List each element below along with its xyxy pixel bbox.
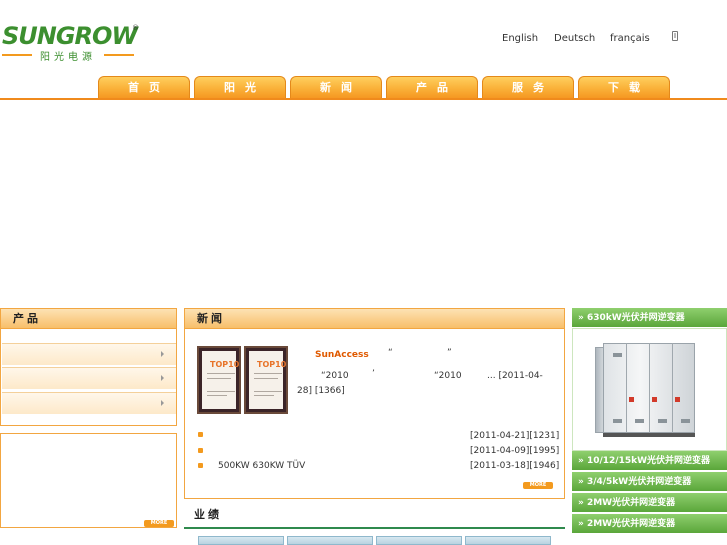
language-francais-link[interactable]: français (610, 33, 650, 44)
product-category-item[interactable] (2, 343, 176, 365)
triangle-right-icon (161, 400, 164, 406)
performance-title: 业绩 (194, 508, 222, 521)
nav-tab-news[interactable]: 新闻 (290, 76, 382, 99)
products-panel (0, 329, 177, 426)
news-summary-text: “2010 (321, 371, 349, 381)
news-date: [2011-04-09][1995] (470, 446, 560, 456)
news-summary-text: 28] [1366] (297, 386, 345, 396)
quote-close: ” (447, 348, 452, 358)
project-thumbnail[interactable] (376, 536, 462, 545)
triangle-right-icon (161, 375, 164, 381)
news-date: [2011-03-18][1946] (470, 461, 560, 471)
banner-area (0, 100, 727, 307)
product-category-item[interactable] (2, 392, 176, 414)
triangle-right-icon (161, 351, 164, 357)
news-summary-text: “2010 (434, 371, 462, 381)
news-list-item[interactable]: 500KW 630KW TÜV (218, 461, 305, 471)
nav-tab-about[interactable]: 阳光 (194, 76, 286, 99)
sungrow-logo[interactable]: SUNGROW ® 阳光电源 (2, 22, 142, 63)
nav-tab-products[interactable]: 产品 (386, 76, 478, 99)
news-thumbnail-image[interactable]: TOP10 TOP10 (197, 346, 289, 414)
registered-mark: ® (132, 24, 139, 32)
certificate-image: TOP10 (244, 346, 288, 414)
bullet-icon (198, 463, 203, 468)
inverter-product-image[interactable] (572, 328, 727, 451)
cert-top10-label: TOP10 (210, 360, 240, 369)
nav-tab-download[interactable]: 下载 (578, 76, 670, 99)
project-thumbnail[interactable] (287, 536, 373, 545)
product-category-item[interactable] (2, 367, 176, 389)
right-product-item-10-15kw[interactable]: » 10/12/15kW光伏并网逆变器 (572, 451, 727, 471)
left-secondary-panel (0, 433, 177, 528)
logo-subtitle: 阳光电源 (2, 48, 134, 63)
performance-divider (184, 527, 565, 529)
news-headline-link[interactable]: SunAccess (315, 350, 369, 360)
right-product-item-3-5kw[interactable]: » 3/4/5kW光伏并网逆变器 (572, 472, 727, 492)
news-summary-text: ’ (372, 369, 375, 379)
nav-tab-service[interactable]: 服务 (482, 76, 574, 99)
left-more-button[interactable]: MORE (144, 520, 174, 527)
language-english-link[interactable]: English (502, 33, 538, 44)
certificate-image: TOP10 (197, 346, 241, 414)
products-panel-header: 产品 (0, 308, 177, 329)
inverter-cabinet-illustration (595, 339, 703, 439)
news-panel-header: 新闻 (184, 308, 565, 329)
bullet-icon (198, 432, 203, 437)
project-thumbnail[interactable] (465, 536, 551, 545)
quote-open: “ (388, 348, 393, 358)
right-product-item-2mw-b[interactable]: » 2MW光伏并网逆变器 (572, 514, 727, 534)
bullet-icon (198, 448, 203, 453)
language-deutsch-link[interactable]: Deutsch (554, 33, 595, 44)
nav-tab-home[interactable]: 首页 (98, 76, 190, 99)
news-more-button[interactable]: MORE (523, 482, 553, 489)
project-thumbnail[interactable] (198, 536, 284, 545)
right-product-item-2mw[interactable]: » 2MW光伏并网逆变器 (572, 493, 727, 513)
news-date: [2011-04-21][1231] (470, 431, 560, 441)
right-product-item-630kw[interactable]: » 630kW光伏并网逆变器 (572, 308, 727, 328)
news-summary-text: ... [2011-04- (487, 371, 543, 381)
cert-top10-label: TOP10 (257, 360, 287, 369)
mobile-phone-icon[interactable] (672, 31, 678, 41)
logo-wordmark: SUNGROW (2, 22, 138, 50)
